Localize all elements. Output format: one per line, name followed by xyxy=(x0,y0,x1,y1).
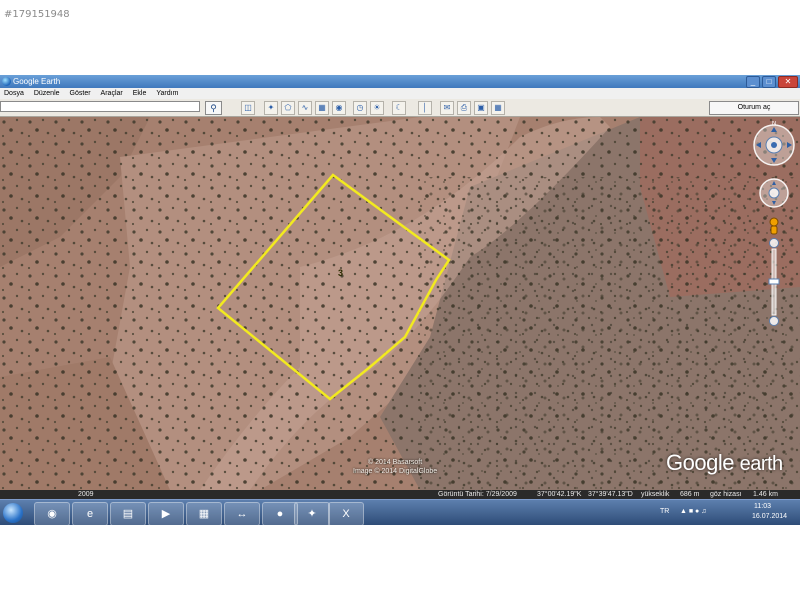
media-player-icon[interactable]: ▶ xyxy=(148,502,184,525)
path-icon[interactable]: ∿ xyxy=(298,101,312,115)
listing-id: #179151948 xyxy=(4,9,70,20)
longitude-readout: 37°39'47.13"D xyxy=(588,491,633,498)
ruler-icon[interactable]: │ xyxy=(418,101,432,115)
google-earth-logo: Google earth xyxy=(666,450,783,476)
historical-imagery-icon[interactable]: ◷ xyxy=(353,101,367,115)
parcel-label: 3 xyxy=(338,268,344,278)
search-input[interactable] xyxy=(0,101,200,112)
google-earth-icon xyxy=(2,77,11,86)
calculator-icon[interactable]: ▦ xyxy=(186,502,222,525)
year-badge: 2009 xyxy=(78,491,94,498)
menu-dosya[interactable]: Dosya xyxy=(4,88,24,99)
tray-icons[interactable]: ▲ ■ ● ♫ xyxy=(680,508,706,515)
sign-in-button[interactable]: Oturum aç xyxy=(709,101,799,115)
toolbar: ⚲ ◫ ✦ ⬠ ∿ ▦ ◉ ◷ ☀ ☾ │ ✉ ⎙ ▣ ▦ Oturum aç xyxy=(0,99,800,117)
chrome-icon[interactable]: ◉ xyxy=(34,502,70,525)
teamviewer-icon[interactable]: ↔ xyxy=(224,502,260,525)
taskbar: ◉ e ▤ ▶ ▦ ↔ ● ✦ X TR ▲ ■ ● ♫ 11:03 16.07… xyxy=(0,499,800,525)
imagery-copyright: © 2014 Basarsoft Image © 2014 DigitalGlo… xyxy=(353,458,437,476)
print-icon[interactable]: ⎙ xyxy=(457,101,471,115)
copyright-line-1: © 2014 Basarsoft xyxy=(367,459,423,466)
maps-app-icon[interactable]: ✦ xyxy=(294,502,330,525)
title-bar: Google Earth _ □ ✕ xyxy=(0,75,800,88)
window-controls: _ □ ✕ xyxy=(746,76,798,88)
latitude-readout: 37°00'42.19"K xyxy=(537,491,582,498)
zoom-in-button xyxy=(769,238,779,248)
logo-word-earth: earth xyxy=(739,453,784,475)
street-view-pegman-icon xyxy=(769,217,779,227)
navigation-controls[interactable]: N xyxy=(748,121,800,331)
maximize-button[interactable]: □ xyxy=(762,76,776,88)
menu-bar: Dosya Düzenle Göster Araçlar Ekle Yardım xyxy=(0,88,800,99)
eye-pupil xyxy=(771,142,777,148)
north-label: N xyxy=(772,121,776,127)
email-icon[interactable]: ✉ xyxy=(440,101,454,115)
excel-icon[interactable]: X xyxy=(328,502,364,525)
copyright-line-2: Image © 2014 DigitalGlobe xyxy=(353,468,438,475)
imagery-date: Görüntü Tarihi: 7/29/2009 xyxy=(438,491,517,498)
close-button[interactable]: ✕ xyxy=(778,76,798,88)
ie-icon[interactable]: e xyxy=(72,502,108,525)
clock-date[interactable]: 16.07.2014 xyxy=(752,513,787,520)
elevation-value: 686 m xyxy=(680,491,700,498)
polygon-icon[interactable]: ⬠ xyxy=(281,101,295,115)
map-view[interactable]: 3 © 2014 Basarsoft Image © 2014 DigitalG… xyxy=(0,117,800,490)
menu-goster[interactable]: Göster xyxy=(70,88,91,99)
eye-altitude-value: 1.46 km xyxy=(753,491,778,498)
hand-icon xyxy=(768,187,780,199)
zoom-out-button xyxy=(769,316,779,326)
zoom-slider-handle xyxy=(768,278,780,285)
window-title: Google Earth xyxy=(13,77,61,86)
menu-ekle[interactable]: Ekle xyxy=(133,88,147,99)
start-button-icon[interactable] xyxy=(3,503,23,523)
planets-icon[interactable]: ☾ xyxy=(392,101,406,115)
save-image-icon[interactable]: ▣ xyxy=(474,101,488,115)
menu-duzenle[interactable]: Düzenle xyxy=(34,88,60,99)
google-earth-window: Google Earth _ □ ✕ Dosya Düzenle Göster … xyxy=(0,75,800,525)
minimize-button[interactable]: _ xyxy=(746,76,760,88)
satellite-imagery xyxy=(0,117,800,490)
maps-icon[interactable]: ▦ xyxy=(491,101,505,115)
logo-word-google: Google xyxy=(666,450,734,475)
folder-icon[interactable]: ▤ xyxy=(110,502,146,525)
menu-araclar[interactable]: Araçlar xyxy=(101,88,123,99)
sun-icon[interactable]: ☀ xyxy=(370,101,384,115)
overlay-icon[interactable]: ▦ xyxy=(315,101,329,115)
menu-yardim[interactable]: Yardım xyxy=(156,88,178,99)
magnifier-icon[interactable]: ⚲ xyxy=(205,101,222,115)
clock-time[interactable]: 11:03 xyxy=(754,503,771,510)
google-earth-taskbar-icon[interactable]: ● xyxy=(262,502,298,525)
elevation-label: yükseklik xyxy=(641,491,670,498)
sidebar-icon[interactable]: ◫ xyxy=(241,101,255,115)
status-bar: 2009 Görüntü Tarihi: 7/29/2009 37°00'42.… xyxy=(0,490,800,499)
placemark-icon[interactable]: ✦ xyxy=(264,101,278,115)
eye-altitude-label: göz hizası xyxy=(710,491,742,498)
tour-icon[interactable]: ◉ xyxy=(332,101,346,115)
language-indicator[interactable]: TR xyxy=(660,508,669,515)
